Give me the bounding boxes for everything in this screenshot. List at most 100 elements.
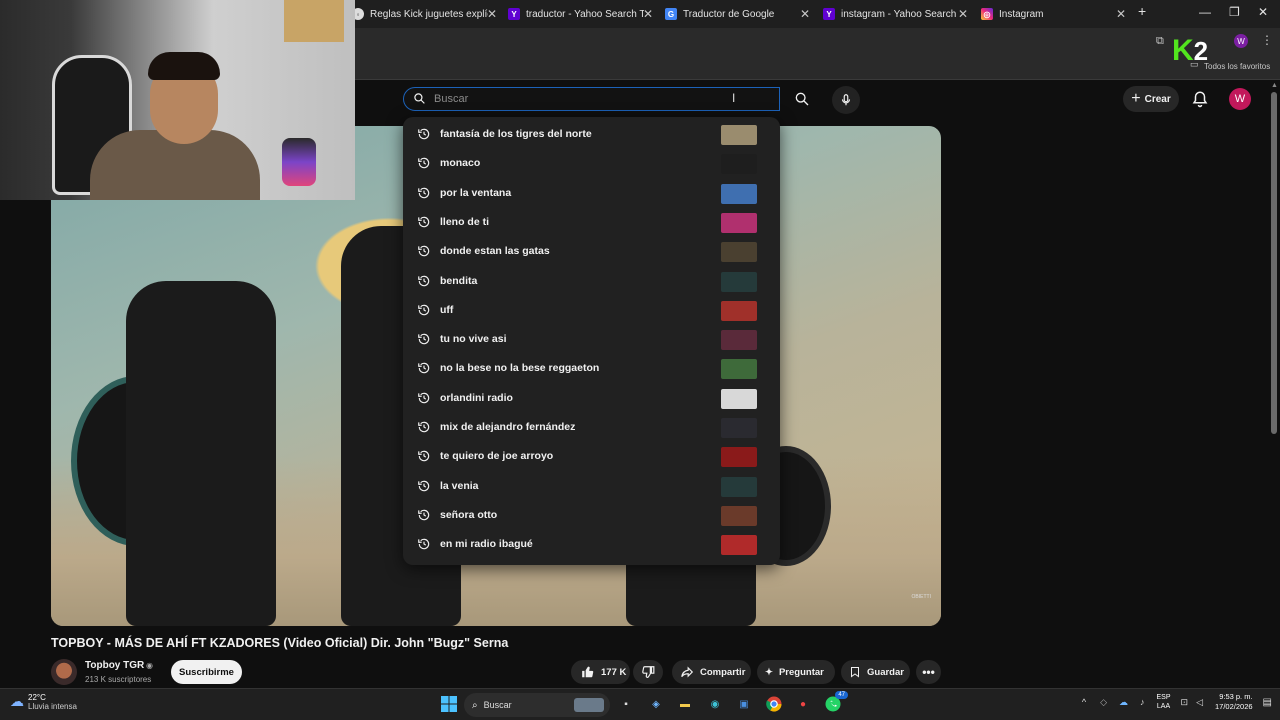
tab-yahoo-traductor[interactable]: Y traductor - Yahoo Search Tus r ✕ — [508, 2, 653, 26]
led-speaker — [282, 138, 316, 186]
network-icon[interactable]: ⊡ — [1181, 697, 1189, 708]
profile-avatar[interactable]: W — [1234, 34, 1248, 48]
channel-name[interactable]: Topboy TGR — [85, 660, 144, 671]
video-watermark: OBIETTI — [911, 594, 931, 600]
suggestion-thumbnail — [721, 505, 757, 526]
language-indicator[interactable]: ESP LAA — [1157, 693, 1171, 711]
like-button[interactable]: 177 K — [571, 660, 630, 684]
suggestion-text: bendita — [440, 274, 478, 287]
dislike-button[interactable] — [633, 660, 663, 684]
restore-icon[interactable]: ❐ — [1229, 5, 1240, 19]
suggestion-item[interactable]: en mi radio ibagué — [403, 530, 780, 559]
search-suggestions-dropdown: fantasía de los tigres del norte monaco po… — [403, 117, 780, 565]
ask-label: Preguntar — [778, 666, 824, 678]
system-tray: ^ ◇ ☁ ♪ ESP LAA ⊡ ◁ 9:53 p. m. 17/02/202… — [1082, 692, 1272, 712]
like-count: 177 K — [601, 666, 627, 678]
save-label: Guardar — [867, 666, 904, 678]
scroll-up-arrow[interactable]: ▲ — [1271, 82, 1278, 89]
suggestion-item[interactable]: la venia — [403, 472, 780, 501]
suggestion-item[interactable]: señora otto — [403, 501, 780, 530]
tab-title: Traductor de Google — [683, 8, 775, 20]
k2-logo: K2 — [1172, 34, 1209, 67]
app-icon[interactable]: ● — [794, 695, 812, 713]
suggestion-item[interactable]: donde estan las gatas — [403, 237, 780, 266]
search-icon — [795, 92, 809, 106]
close-window-icon[interactable]: ✕ — [1258, 5, 1268, 19]
suggestion-item[interactable]: monaco — [403, 149, 780, 178]
tab-instagram[interactable]: ◎ Instagram ✕ — [981, 2, 1126, 26]
store-icon[interactable]: ▣ — [735, 695, 753, 713]
tray-app-icon[interactable]: ◇ — [1100, 697, 1107, 708]
subscribe-button[interactable]: Suscribirme — [171, 660, 242, 684]
suggestion-text: donde estan las gatas — [440, 245, 550, 258]
tab-title: Instagram — [999, 8, 1044, 20]
whatsapp-icon[interactable]: 47 — [824, 691, 848, 713]
close-icon[interactable]: ✕ — [958, 7, 968, 21]
thumbs-down-icon — [642, 666, 655, 678]
task-view-icon[interactable]: ▪ — [617, 695, 635, 713]
clock[interactable]: 9:53 p. m. 17/02/2026 — [1215, 692, 1253, 712]
microphone-icon[interactable]: ♪ — [1140, 697, 1145, 707]
suggestion-item[interactable]: fantasía de los tigres del norte — [403, 120, 780, 149]
more-actions-button[interactable]: ••• — [916, 660, 941, 684]
suggestion-item[interactable]: bendita — [403, 267, 780, 296]
verified-icon: ◉ — [146, 661, 153, 670]
search-button[interactable] — [787, 87, 817, 111]
channel-avatar[interactable] — [51, 659, 77, 685]
account-avatar[interactable]: W — [1229, 88, 1251, 110]
cast-icon[interactable]: ⧉ — [1156, 35, 1164, 48]
tab-google-translate[interactable]: G Traductor de Google ✕ — [665, 2, 810, 26]
search-input[interactable] — [434, 91, 734, 107]
weather-widget[interactable]: ☁ 22°C Lluvia intensa — [10, 693, 77, 711]
suggestion-item[interactable]: orlandini radio — [403, 384, 780, 413]
close-icon[interactable]: ✕ — [487, 7, 497, 21]
clock-date: 17/02/2026 — [1215, 702, 1253, 711]
taskbar-search[interactable]: ⌕ Buscar — [464, 693, 610, 717]
volume-icon[interactable]: ◁ — [1196, 697, 1203, 708]
windows-start-icon[interactable] — [440, 695, 458, 713]
windows-taskbar: ☁ 22°C Lluvia intensa ⌕ Buscar ▪ ◈ ▬ ◉ ▣… — [0, 688, 1280, 720]
wall-poster — [284, 0, 344, 42]
suggestion-thumbnail — [721, 476, 757, 497]
ask-button[interactable]: ✦ Preguntar — [757, 660, 835, 684]
history-icon — [417, 391, 431, 410]
suggestion-text: tu no vive asi — [440, 333, 507, 346]
suggestion-item[interactable]: por la ventana — [403, 179, 780, 208]
more-menu-icon[interactable]: ⋮ — [1261, 33, 1273, 47]
notifications-button[interactable] — [1191, 89, 1209, 114]
minimize-icon[interactable]: — — [1199, 5, 1211, 19]
edge-icon[interactable]: ◉ — [706, 695, 724, 713]
onedrive-icon[interactable]: ☁ — [1119, 697, 1128, 708]
suggestion-item[interactable]: mix de alejandro fernández — [403, 413, 780, 442]
chrome-icon[interactable] — [765, 695, 783, 713]
copilot-icon[interactable]: ◈ — [647, 695, 665, 713]
notification-center-icon[interactable]: ▤ — [1263, 697, 1272, 708]
suggestion-thumbnail — [721, 418, 757, 438]
save-button[interactable]: Guardar — [841, 660, 910, 684]
new-tab-button[interactable]: + — [1138, 3, 1146, 19]
voice-search-button[interactable] — [832, 86, 860, 114]
page-scrollbar[interactable] — [1271, 92, 1277, 434]
close-icon[interactable]: ✕ — [800, 7, 810, 21]
text-cursor-icon: I — [732, 91, 736, 105]
suggestion-thumbnail — [721, 242, 757, 263]
suggestion-item[interactable]: uff — [403, 296, 780, 325]
suggestion-thumbnail — [721, 535, 757, 556]
suggestion-item[interactable]: tu no vive asi — [403, 325, 780, 354]
suggestion-item[interactable]: no la bese no la bese reggaeton — [403, 354, 780, 383]
file-explorer-icon[interactable]: ▬ — [676, 695, 694, 713]
suggestion-text: en mi radio ibagué — [440, 538, 533, 551]
tab-yahoo-instagram[interactable]: Y instagram - Yahoo Search Tus r ✕ — [823, 2, 968, 26]
search-box[interactable]: I — [403, 87, 780, 111]
suggestion-item[interactable]: te quiero de joe arroyo — [403, 442, 780, 471]
chevron-up-icon[interactable]: ^ — [1082, 697, 1086, 707]
close-icon[interactable]: ✕ — [643, 7, 653, 21]
tab-reglas-kick[interactable]: ◦ Reglas Kick juguetes explícitos ✕ — [352, 2, 497, 26]
create-button[interactable]: + Crear — [1123, 86, 1179, 112]
share-button[interactable]: Compartir — [672, 660, 751, 684]
suggestion-text: la venia — [440, 479, 479, 492]
suggestion-thumbnail — [721, 212, 757, 233]
tab-title: Reglas Kick juguetes explícitos — [370, 8, 488, 20]
close-icon[interactable]: ✕ — [1116, 7, 1126, 21]
suggestion-item[interactable]: lleno de ti — [403, 208, 780, 237]
